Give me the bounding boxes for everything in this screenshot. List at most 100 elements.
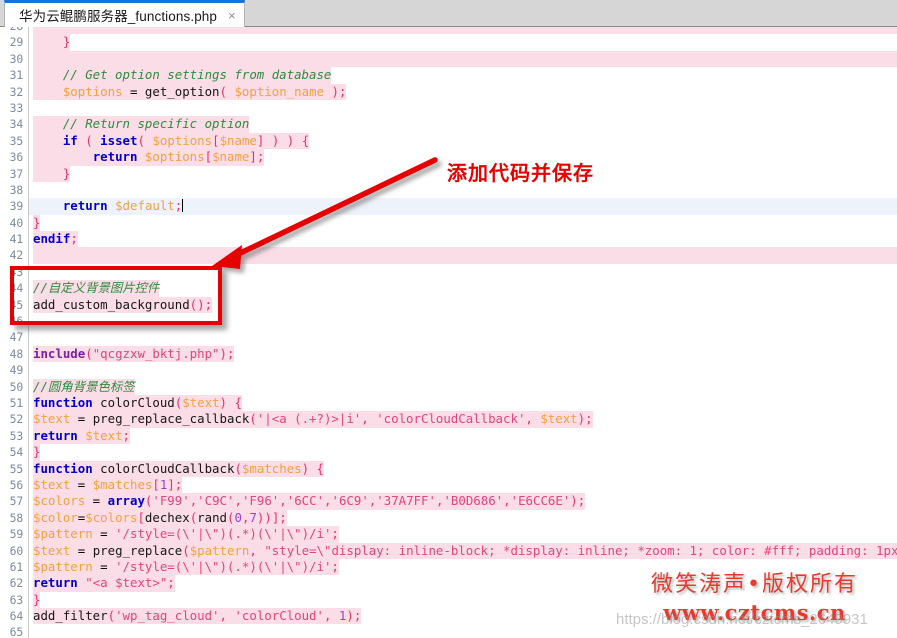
code-line[interactable]: 54} bbox=[0, 444, 897, 461]
code-text[interactable]: add_filter('wp_tag_cloud', 'colorCloud',… bbox=[33, 608, 362, 625]
code-line[interactable]: 63} bbox=[0, 591, 897, 609]
line-number: 30 bbox=[9, 51, 24, 66]
code-text[interactable]: $pattern = '/style=(\'|\")(.*)(\'|\")/i'… bbox=[33, 526, 339, 543]
code-text[interactable]: } bbox=[33, 34, 71, 51]
line-number: 53 bbox=[9, 428, 24, 443]
code-text[interactable] bbox=[33, 247, 897, 264]
code-line[interactable]: 46 bbox=[0, 313, 897, 329]
line-number: 29 bbox=[9, 35, 24, 50]
code-line[interactable]: 31 // Get option settings from database bbox=[0, 67, 897, 84]
code-text[interactable] bbox=[33, 100, 40, 116]
code-line[interactable]: 57 $colors = array('F99','C9C','F96','6CC… bbox=[0, 493, 897, 510]
code-text[interactable] bbox=[33, 50, 897, 68]
code-line[interactable]: 42 bbox=[0, 247, 897, 264]
code-text[interactable] bbox=[33, 27, 897, 35]
line-number: 43 bbox=[9, 264, 24, 279]
code-text[interactable]: $options = get_option( $option_name ); bbox=[33, 83, 347, 100]
code-text[interactable]: } bbox=[33, 165, 71, 182]
code-line[interactable]: 39 return $default; bbox=[0, 198, 897, 215]
line-number: 59 bbox=[9, 527, 24, 542]
code-line[interactable]: 48 include("qcgzxw_bktj.php"); bbox=[0, 345, 897, 363]
code-line[interactable]: 51 function colorCloud($text) { bbox=[0, 394, 897, 412]
code-line[interactable]: 50 //圆角背景色标签 bbox=[0, 378, 897, 395]
code-text[interactable]: if ( isset( $options[$name] ) ) { bbox=[33, 132, 310, 150]
code-line[interactable]: 53 return $text; bbox=[0, 427, 897, 445]
line-number: 44 bbox=[9, 281, 24, 296]
code-text[interactable]: function colorCloud($text) { bbox=[33, 394, 242, 412]
code-text[interactable]: return $options[$name]; bbox=[33, 149, 265, 166]
editor-tab-active[interactable]: 华为云鲲鹏服务器_functions.php × bbox=[4, 0, 245, 27]
code-text[interactable]: } bbox=[33, 444, 41, 461]
code-line[interactable]: 62 return "<a $text>"; bbox=[0, 575, 897, 592]
code-line[interactable]: 43 bbox=[0, 264, 897, 280]
code-line[interactable]: 56 $text = $matches[1]; bbox=[0, 476, 897, 494]
line-number: 52 bbox=[9, 412, 24, 427]
line-number: 64 bbox=[9, 609, 24, 624]
line-number: 40 bbox=[9, 215, 24, 230]
code-line[interactable]: 61 $pattern = '/style=(\'|\")(.*)(\'|\")/… bbox=[0, 558, 897, 576]
code-line[interactable]: 52 $text = preg_replace_callback('|<a (.+… bbox=[0, 411, 897, 428]
code-text[interactable]: $text = preg_replace($pattern, "style=\"… bbox=[33, 542, 897, 559]
line-number: 55 bbox=[9, 461, 24, 476]
code-line[interactable]: 34 // Return specific option bbox=[0, 116, 897, 133]
code-line[interactable]: 47 bbox=[0, 329, 897, 345]
code-text[interactable]: return $default; bbox=[33, 198, 184, 214]
line-number: 58 bbox=[9, 510, 24, 525]
code-text[interactable]: $color=$colors[dechex(rand(0,7))]; bbox=[33, 509, 287, 527]
code-line[interactable]: 59 $pattern = '/style=(\'|\")(.*)(\'|\")/… bbox=[0, 526, 897, 543]
code-editor[interactable]: 28 29 }30 31 // Get option settings from… bbox=[0, 27, 897, 638]
line-number: 57 bbox=[9, 494, 24, 509]
code-text[interactable] bbox=[33, 182, 40, 198]
line-number: 45 bbox=[9, 297, 24, 312]
code-text[interactable] bbox=[33, 624, 40, 638]
line-number: 51 bbox=[9, 395, 24, 410]
code-text[interactable]: $text = $matches[1]; bbox=[33, 476, 183, 494]
code-text[interactable]: $colors = array('F99','C9C','F96','6CC',… bbox=[33, 493, 586, 510]
code-text[interactable]: //自定义背景图片控件 bbox=[33, 280, 160, 297]
code-text[interactable]: $pattern = '/style=(\'|\")(.*)(\'|\")/i'… bbox=[33, 558, 339, 576]
code-line[interactable]: 45 add_custom_background(); bbox=[0, 296, 897, 314]
code-line[interactable]: 58 $color=$colors[dechex(rand(0,7))]; bbox=[0, 509, 897, 527]
code-text[interactable] bbox=[33, 329, 40, 345]
annotation-label: 添加代码并保存 bbox=[447, 161, 594, 185]
code-line[interactable]: 64 add_filter('wp_tag_cloud', 'colorCloud… bbox=[0, 608, 897, 625]
line-number: 34 bbox=[9, 117, 24, 132]
code-text[interactable]: $text = preg_replace_callback('|<a (.+?)… bbox=[33, 411, 593, 428]
code-text[interactable]: function colorCloudCallback($matches) { bbox=[33, 460, 324, 477]
code-lines[interactable]: 28 29 }30 31 // Get option settings from… bbox=[0, 27, 897, 638]
code-line[interactable]: 65 bbox=[0, 624, 897, 638]
code-text[interactable] bbox=[33, 313, 40, 329]
tab-title: 华为云鲲鹏服务器_functions.php bbox=[19, 9, 218, 24]
close-icon[interactable]: × bbox=[228, 9, 236, 22]
code-line[interactable]: 35 if ( isset( $options[$name] ) ) { bbox=[0, 132, 897, 150]
code-line[interactable]: 41 endif; bbox=[0, 231, 897, 248]
line-number: 36 bbox=[9, 150, 24, 165]
code-text[interactable]: //圆角背景色标签 bbox=[33, 378, 135, 395]
line-number: 60 bbox=[9, 543, 24, 558]
code-text[interactable] bbox=[33, 264, 40, 280]
code-line[interactable]: 49 bbox=[0, 362, 897, 378]
code-text[interactable]: // Get option settings from database bbox=[33, 67, 332, 84]
code-line[interactable]: 29 } bbox=[0, 34, 897, 51]
code-text[interactable]: } bbox=[33, 214, 41, 232]
code-text[interactable]: } bbox=[33, 591, 41, 609]
code-text[interactable] bbox=[33, 362, 40, 378]
code-line[interactable]: 33 bbox=[0, 100, 897, 116]
code-text[interactable]: return $text; bbox=[33, 427, 131, 445]
code-line[interactable]: 55 function colorCloudCallback($matches) … bbox=[0, 460, 897, 477]
text-caret bbox=[182, 199, 184, 213]
code-line[interactable]: 30 bbox=[0, 50, 897, 68]
code-text[interactable]: add_custom_background(); bbox=[33, 296, 213, 314]
code-text[interactable]: endif; bbox=[33, 231, 78, 248]
code-line[interactable]: 60 $text = preg_replace($pattern, "style=… bbox=[0, 542, 897, 559]
line-number: 33 bbox=[9, 100, 24, 115]
line-number: 39 bbox=[9, 199, 24, 214]
code-line[interactable]: 44 //自定义背景图片控件 bbox=[0, 280, 897, 297]
code-line[interactable]: 40} bbox=[0, 214, 897, 232]
code-line[interactable]: 32 $options = get_option( $option_name )… bbox=[0, 83, 897, 100]
code-text[interactable]: return "<a $text>"; bbox=[33, 575, 175, 592]
code-text[interactable]: include("qcgzxw_bktj.php"); bbox=[33, 345, 235, 363]
code-text[interactable]: // Return specific option bbox=[33, 116, 250, 133]
line-number: 56 bbox=[9, 477, 24, 492]
code-line[interactable]: 28 bbox=[0, 27, 897, 35]
